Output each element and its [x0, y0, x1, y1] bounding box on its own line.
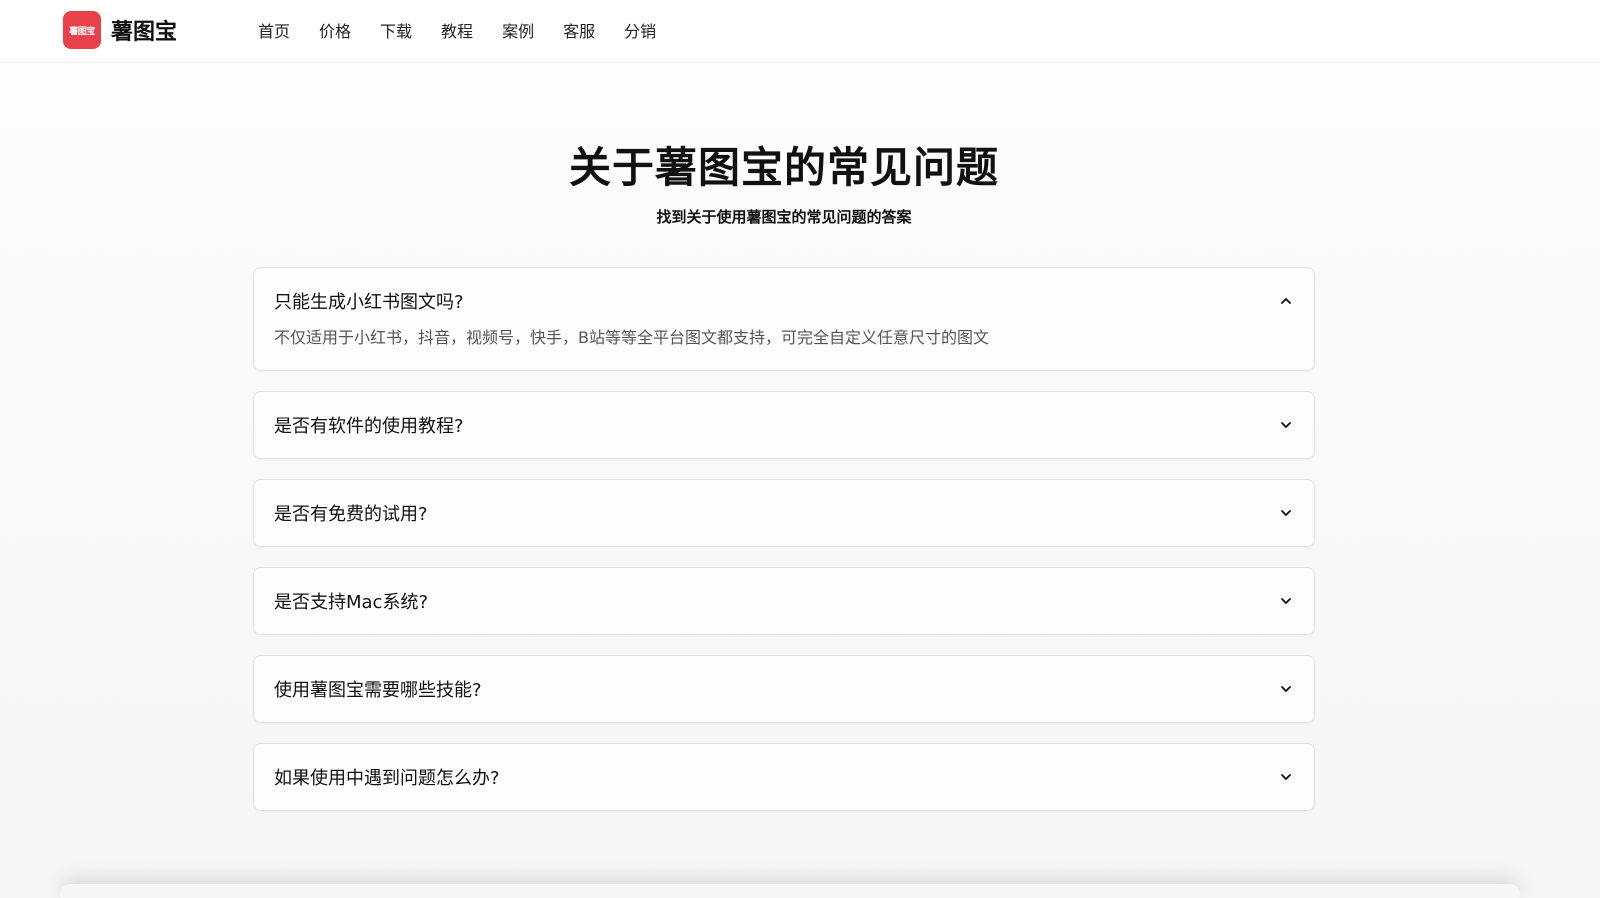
brand-logo[interactable]: 薯图宝: [63, 11, 101, 49]
chevron-down-icon[interactable]: [1278, 769, 1294, 785]
chevron-down-icon[interactable]: [1278, 681, 1294, 697]
nav-item-pricing[interactable]: 价格: [319, 18, 351, 42]
faq-item: 只能生成小红书图文吗? 不仅适用于小红书，抖音，视频号，快手，B站等等全平台图文…: [253, 267, 1315, 371]
faq-question: 是否支持Mac系统?: [274, 592, 429, 613]
nav-item-support[interactable]: 客服: [563, 18, 595, 42]
chevron-up-icon[interactable]: [1278, 293, 1294, 309]
chevron-down-icon[interactable]: [1278, 593, 1294, 609]
faq-question: 只能生成小红书图文吗?: [274, 292, 464, 313]
faq-item: 是否有软件的使用教程?: [253, 391, 1315, 459]
nav-item-home[interactable]: 首页: [258, 18, 290, 42]
faq-toggle[interactable]: 使用薯图宝需要哪些技能?: [254, 656, 1314, 722]
chevron-down-icon[interactable]: [1278, 505, 1294, 521]
faq-item: 是否支持Mac系统?: [253, 567, 1315, 635]
faq-toggle[interactable]: 是否支持Mac系统?: [254, 568, 1314, 634]
nav-item-cases[interactable]: 案例: [502, 18, 534, 42]
faq-question: 如果使用中遇到问题怎么办?: [274, 768, 500, 789]
brand-name[interactable]: 薯图宝: [111, 14, 177, 46]
faq-toggle[interactable]: 只能生成小红书图文吗?: [254, 268, 1314, 334]
faq-item: 是否有免费的试用?: [253, 479, 1315, 547]
faq-toggle[interactable]: 是否有软件的使用教程?: [254, 392, 1314, 458]
faq-question: 使用薯图宝需要哪些技能?: [274, 680, 482, 701]
main-nav: 首页 价格 下载 教程 案例 客服 分销: [258, 0, 685, 60]
faq-question: 是否有免费的试用?: [274, 504, 428, 525]
faq-question: 是否有软件的使用教程?: [274, 416, 464, 437]
nav-item-affiliate[interactable]: 分销: [624, 18, 656, 42]
page-subtitle: 找到关于使用薯图宝的常见问题的答案: [656, 208, 912, 226]
faq-answer: 不仅适用于小红书，抖音，视频号，快手，B站等等全平台图文都支持，可完全自定义任意…: [274, 328, 989, 347]
nav-item-download[interactable]: 下载: [380, 18, 412, 42]
faq-toggle[interactable]: 如果使用中遇到问题怎么办?: [254, 744, 1314, 810]
faq-item: 如果使用中遇到问题怎么办?: [253, 743, 1315, 811]
footer-edge: [60, 884, 1520, 898]
brand[interactable]: 薯图宝 薯图宝: [63, 11, 177, 49]
faq-toggle[interactable]: 是否有免费的试用?: [254, 480, 1314, 546]
faq-list: 只能生成小红书图文吗? 不仅适用于小红书，抖音，视频号，快手，B站等等全平台图文…: [253, 267, 1315, 831]
page-title: 关于薯图宝的常见问题: [568, 143, 999, 192]
top-navbar: 薯图宝 薯图宝 首页 价格 下载 教程 案例 客服 分销: [0, 0, 1600, 63]
chevron-down-icon[interactable]: [1278, 417, 1294, 433]
nav-item-tutorial[interactable]: 教程: [441, 18, 473, 42]
faq-item: 使用薯图宝需要哪些技能?: [253, 655, 1315, 723]
